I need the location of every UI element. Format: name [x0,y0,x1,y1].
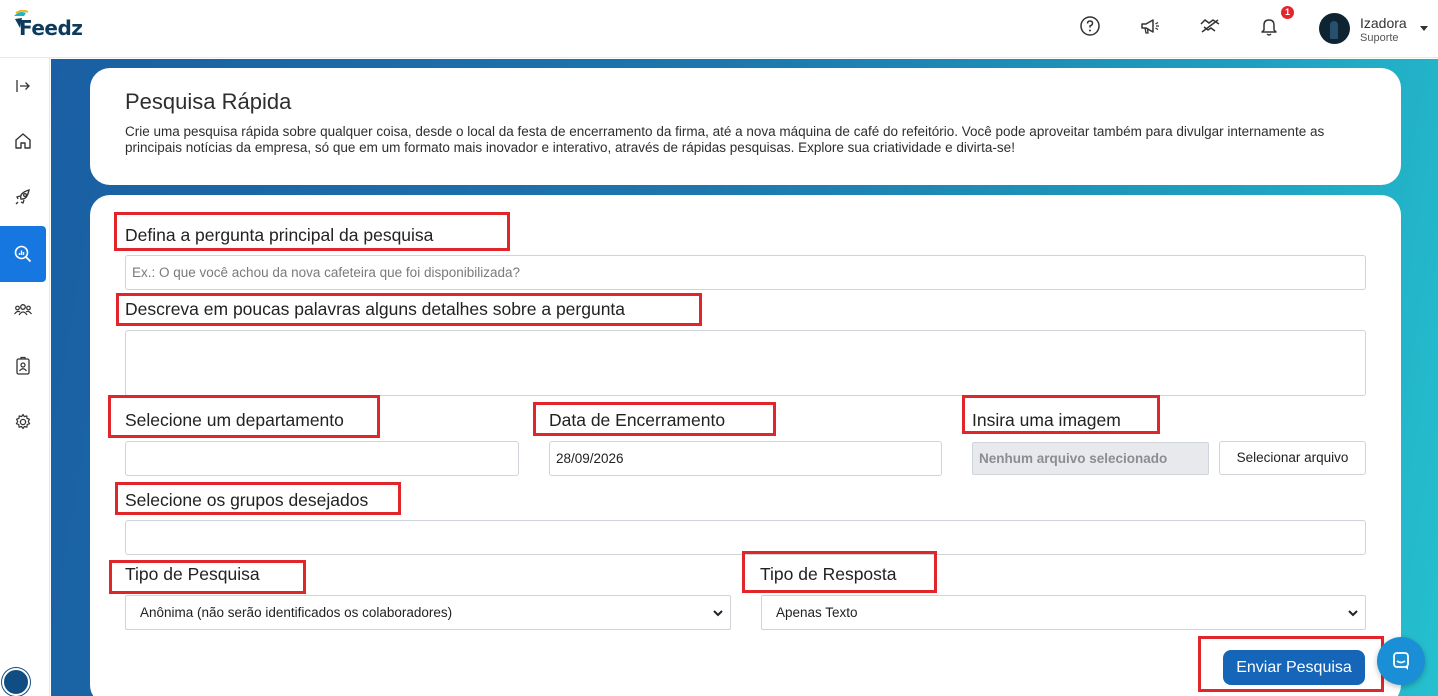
rocket-icon[interactable] [0,169,46,225]
help-circle-icon[interactable] [1079,15,1101,37]
chat-button[interactable] [1377,637,1425,685]
user-name[interactable]: Izadora [1360,15,1407,31]
highlight-box [962,395,1160,434]
top-navbar: Feedz 1 Izadora Suporte [0,0,1438,58]
gear-icon[interactable] [0,394,46,450]
expand-arrow-icon[interactable] [0,58,46,114]
notification-badge: 1 [1281,6,1294,19]
highlight-box [116,293,702,326]
search-chart-icon [14,245,32,263]
groups-field[interactable] [125,520,1366,555]
page-description: Crie uma pesquisa rápida sobre qualquer … [125,124,1325,155]
response-type-selected: Apenas Texto [776,605,858,620]
highlight-box [108,395,380,438]
details-textarea[interactable] [125,330,1366,396]
badge-icon[interactable] [0,338,46,394]
page-title: Pesquisa Rápida [125,89,292,114]
bell-icon[interactable] [1258,15,1280,37]
highlight-box [115,482,401,515]
end-date-input[interactable]: 28/09/2026 [549,441,942,476]
logo-text: Feedz [19,16,83,40]
highlight-box [109,560,306,594]
megaphone-icon[interactable] [1139,15,1161,37]
user-support-icon[interactable] [2,668,30,696]
people-icon[interactable] [0,282,46,338]
highlight-box [742,551,937,593]
chat-icon [1393,652,1409,670]
survey-type-selected: Anônima (não serão identificados os cola… [140,605,453,620]
avatar[interactable] [1319,13,1350,44]
file-status-display[interactable]: Nenhum arquivo selecionado [972,442,1209,475]
home-icon[interactable] [0,113,46,169]
highlight-box [533,402,776,436]
select-file-button[interactable]: Selecionar arquivo [1219,441,1366,475]
sidebar [0,58,50,696]
sidebar-item-quick-survey[interactable] [0,226,46,282]
chevron-down-icon [1348,610,1358,617]
handshake-icon[interactable] [1199,15,1221,37]
response-type-select[interactable]: Apenas Texto [761,595,1366,630]
question-input[interactable]: Ex.: O que você achou da nova cafeteira … [125,255,1366,290]
survey-type-select[interactable]: Anônima (não serão identificados os cola… [125,595,731,630]
highlight-box [1198,636,1384,692]
highlight-box [114,212,510,251]
department-field[interactable] [125,441,519,476]
chevron-down-icon[interactable] [1420,26,1428,31]
user-role: Suporte [1360,32,1399,44]
chevron-down-icon [713,610,723,617]
